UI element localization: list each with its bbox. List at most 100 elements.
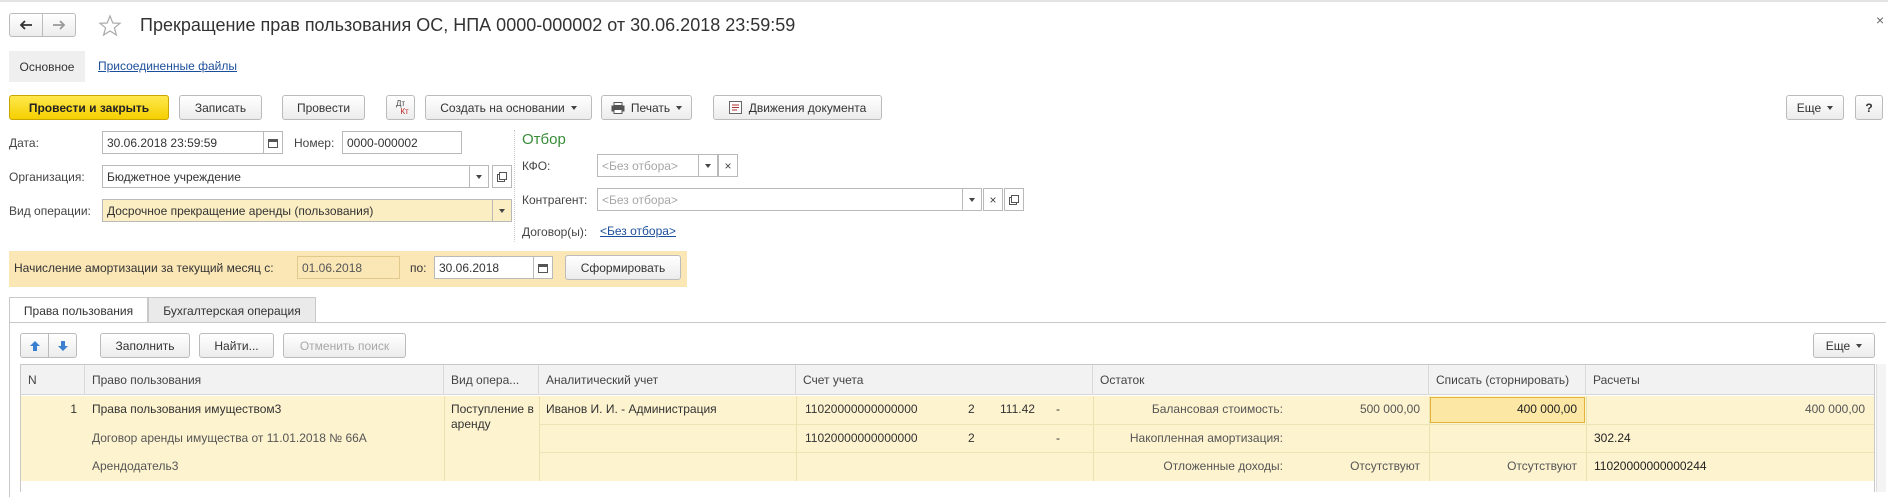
contractor-label: Контрагент:	[522, 193, 588, 207]
row-gridline	[796, 396, 797, 481]
cell-depreciation-label: Накопленная амортизация:	[1129, 431, 1283, 445]
contracts-label: Договор(ы):	[522, 225, 588, 239]
row-number: 1	[70, 402, 77, 416]
contracts-filter-link[interactable]: <Без отбора>	[600, 224, 676, 238]
open-form-icon	[1009, 194, 1019, 205]
cell-deferred-value: Отсутствуют	[1350, 459, 1420, 473]
cell-account-1-dash: -	[1056, 402, 1060, 416]
cell-balance-value: 500 000,00	[1359, 402, 1420, 416]
find-button[interactable]: Найти...	[199, 333, 274, 358]
column-header-remainder[interactable]: Остаток	[1093, 365, 1429, 395]
cell-right-name: Права пользования имуществом3	[92, 402, 282, 416]
chevron-down-icon	[499, 208, 505, 213]
number-label: Номер:	[294, 136, 335, 150]
row-gridline	[540, 452, 1874, 453]
calendar-icon	[268, 138, 278, 148]
calendar-icon	[538, 263, 548, 273]
table-more-button[interactable]: Еще	[1813, 333, 1875, 358]
operation-type-label: Вид операции:	[9, 204, 91, 218]
table-scrollbar[interactable]	[1876, 364, 1886, 492]
number-input[interactable]: 0000-000002	[342, 131, 462, 154]
kfo-label: КФО:	[522, 159, 551, 173]
print-button[interactable]: Печать	[601, 95, 692, 120]
nav-tab-main[interactable]: Основное	[9, 51, 85, 82]
post-button[interactable]: Провести	[282, 95, 365, 120]
movements-report-icon	[728, 101, 742, 114]
column-header-op-type[interactable]: Вид опера...	[444, 365, 539, 395]
tab-rights[interactable]: Права пользования	[9, 297, 148, 323]
contractor-open-button[interactable]	[1004, 188, 1024, 211]
column-header-writeoff[interactable]: Списать (сторнировать)	[1429, 365, 1586, 395]
cell-account-2: 11020000000000000	[805, 431, 918, 445]
clear-icon: ×	[989, 192, 997, 207]
organization-input[interactable]: Бюджетное учреждение	[102, 165, 470, 188]
create-based-on-button[interactable]: Создать на основании	[425, 95, 592, 120]
back-button[interactable]	[9, 13, 43, 37]
arrow-down-icon	[57, 340, 68, 351]
operation-type-dropdown-button[interactable]	[492, 199, 512, 222]
write-button[interactable]: Записать	[179, 95, 262, 120]
fill-button[interactable]: Заполнить	[100, 333, 190, 358]
arrow-up-icon	[29, 340, 40, 351]
cell-writeoff-1: 400 000,00	[1516, 402, 1577, 416]
cell-account-1-kfo: 2	[968, 402, 975, 416]
contractor-dropdown-button[interactable]	[962, 188, 982, 211]
chevron-down-icon	[570, 105, 577, 110]
amortization-calendar-button[interactable]	[533, 256, 553, 279]
arrow-left-icon	[19, 20, 32, 30]
help-button[interactable]: ?	[1855, 95, 1883, 120]
kt-label: Кт	[400, 106, 409, 116]
chevron-down-icon	[1827, 105, 1834, 110]
close-icon[interactable]: ×	[1876, 12, 1884, 28]
cell-calc-1: 400 000,00	[1804, 402, 1865, 416]
cell-right-lessor: Арендодатель3	[92, 459, 179, 473]
more-label: Еще	[1796, 100, 1822, 115]
column-header-n[interactable]: N	[21, 365, 85, 395]
cell-writeoff-3: Отсутствуют	[1507, 459, 1577, 473]
move-down-button[interactable]	[48, 333, 77, 358]
row-gridline	[1093, 396, 1094, 481]
page-title: Прекращение прав пользования ОС, НПА 000…	[140, 15, 796, 35]
cell-account-2-kfo: 2	[968, 431, 975, 445]
nav-tab-files[interactable]: Присоединенные файлы	[98, 59, 237, 73]
contractor-clear-button[interactable]: ×	[983, 188, 1003, 211]
organization-open-button[interactable]	[492, 165, 512, 188]
column-header-analytics[interactable]: Аналитический учет	[539, 365, 796, 395]
row-gridline	[539, 396, 540, 481]
generate-button[interactable]: Сформировать	[565, 255, 681, 280]
document-movements-label: Движения документа	[748, 100, 867, 115]
open-form-icon	[497, 171, 507, 182]
kfo-clear-button[interactable]: ×	[718, 154, 738, 177]
cell-account-2-dash: -	[1056, 431, 1060, 445]
date-input[interactable]: 30.06.2018 23:59:59	[102, 131, 264, 154]
contractor-input[interactable]: <Без отбора>	[597, 188, 963, 211]
printer-icon	[611, 101, 625, 114]
kfo-dropdown-button[interactable]	[698, 154, 718, 177]
more-button[interactable]: Еще	[1786, 95, 1844, 120]
chevron-down-icon	[705, 163, 711, 168]
dt-kt-button[interactable]: Дт Кт	[386, 95, 415, 120]
filter-separator	[514, 130, 515, 242]
amortization-to-input[interactable]: 30.06.2018	[434, 256, 534, 279]
column-header-calculations[interactable]: Расчеты	[1586, 365, 1874, 395]
favorite-star-icon[interactable]	[98, 14, 122, 38]
forward-button[interactable]	[42, 13, 76, 37]
tab-accounting[interactable]: Бухгалтерская операция	[148, 297, 316, 323]
column-header-right[interactable]: Право пользования	[85, 365, 444, 395]
move-up-button[interactable]	[20, 333, 49, 358]
cell-calc-3: 11020000000000244	[1594, 459, 1707, 473]
filter-title: Отбор	[522, 131, 566, 148]
operation-type-select[interactable]: Досрочное прекращение аренды (пользовани…	[102, 199, 494, 222]
post-and-close-button[interactable]: Провести и закрыть	[9, 95, 169, 120]
cancel-search-button[interactable]: Отменить поиск	[283, 333, 406, 358]
cell-account-1: 11020000000000000	[805, 402, 918, 416]
organization-dropdown-button[interactable]	[469, 165, 489, 188]
kfo-input[interactable]: <Без отбора>	[597, 154, 699, 177]
chevron-down-icon	[476, 174, 482, 179]
amortization-label: Начисление амортизации за текущий месяц …	[14, 261, 274, 275]
nav-tab-main-label: Основное	[19, 59, 75, 74]
document-movements-button[interactable]: Движения документа	[713, 95, 882, 120]
column-header-account[interactable]: Счет учета	[796, 365, 1093, 395]
organization-label: Организация:	[9, 170, 85, 184]
calendar-button[interactable]	[263, 131, 283, 154]
